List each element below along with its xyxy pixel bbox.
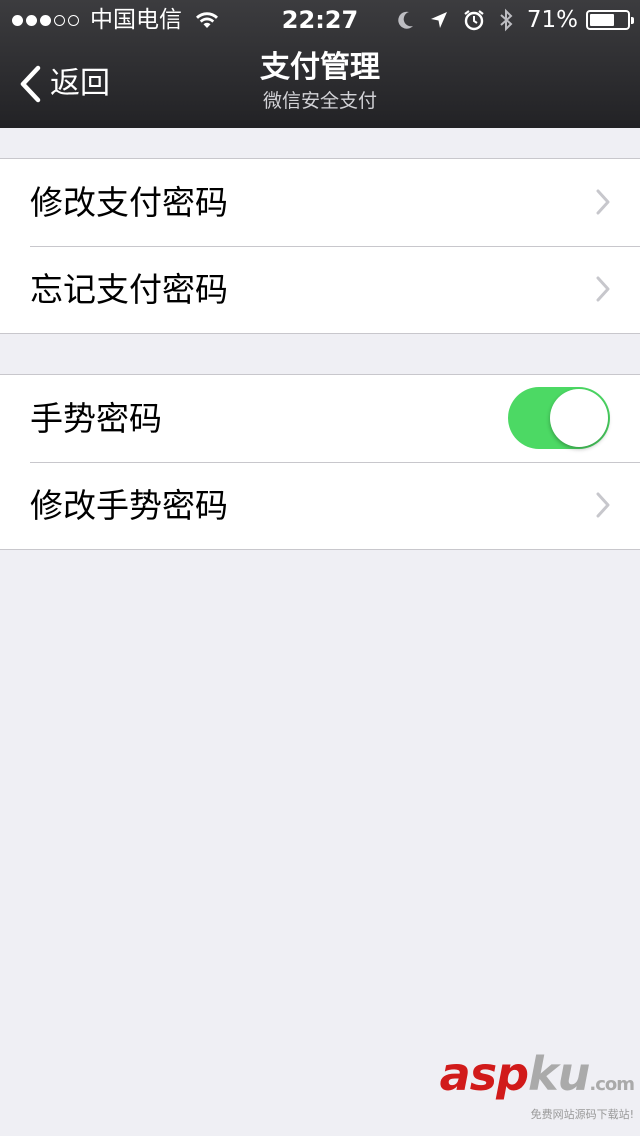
chevron-right-icon xyxy=(596,189,610,215)
battery-fill xyxy=(590,14,615,26)
cell-label: 修改手势密码 xyxy=(30,486,228,525)
toggle-knob xyxy=(550,389,608,447)
battery-icon xyxy=(586,10,634,30)
cell-change-payment-password[interactable]: 修改支付密码 xyxy=(0,159,640,246)
watermark-tagline: 免费网站源码下载站! xyxy=(530,1108,634,1121)
page-subtitle: 微信安全支付 xyxy=(262,90,377,112)
cell-label: 忘记支付密码 xyxy=(30,270,228,309)
location-arrow-icon xyxy=(429,10,449,30)
watermark-ku: ku xyxy=(528,1047,590,1101)
watermark-dotcom: .com xyxy=(589,1074,635,1095)
back-chevron-icon xyxy=(20,65,41,103)
back-label: 返回 xyxy=(50,66,110,101)
cell-forgot-payment-password[interactable]: 忘记支付密码 xyxy=(0,246,640,333)
header: 中国电信 22:27 71% 返回 支付管理 微信安全支付 xyxy=(0,0,640,128)
alarm-icon xyxy=(463,9,485,31)
status-right: 71% xyxy=(383,6,634,34)
nav-title-block: 支付管理 微信安全支付 xyxy=(160,48,480,114)
nav-bar: 返回 支付管理 微信安全支付 xyxy=(0,40,640,128)
cell-label: 手势密码 xyxy=(30,399,162,438)
watermark-text: aspku.com xyxy=(440,1051,635,1108)
page-title: 支付管理 xyxy=(260,50,380,85)
battery-percent: 71% xyxy=(526,7,578,33)
chevron-right-icon xyxy=(596,492,610,518)
back-button[interactable]: 返回 xyxy=(18,62,110,106)
bluetooth-icon xyxy=(499,8,513,32)
moon-icon xyxy=(397,10,415,30)
settings-group-gesture-password: 手势密码 修改手势密码 xyxy=(0,374,640,550)
cell-gesture-password: 手势密码 xyxy=(0,375,640,462)
settings-group-payment-password: 修改支付密码 忘记支付密码 xyxy=(0,158,640,334)
watermark-asp: asp xyxy=(439,1047,529,1101)
status-bar: 中国电信 22:27 71% xyxy=(0,0,640,40)
chevron-right-icon xyxy=(596,276,610,302)
gesture-password-toggle[interactable] xyxy=(508,387,610,449)
watermark-logo: aspku.com 免费网站源码下载站! xyxy=(440,1051,635,1122)
cell-change-gesture-password[interactable]: 修改手势密码 xyxy=(0,462,640,549)
cell-label: 修改支付密码 xyxy=(30,183,228,222)
